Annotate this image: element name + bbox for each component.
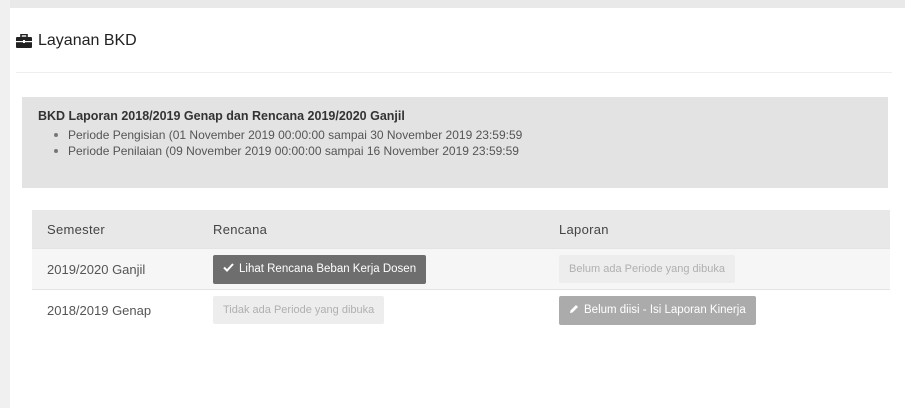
check-icon: [223, 263, 234, 275]
rencana-cell: Tidak ada Periode yang dibuka: [198, 289, 544, 330]
panel-header: Layanan BKD: [16, 32, 137, 50]
semester-cell: 2019/2020 Ganjil: [32, 248, 198, 290]
header-semester: Semester: [32, 210, 198, 249]
rencana-status-label: Tidak ada Periode yang dibuka: [213, 296, 385, 324]
header-laporan: Laporan: [544, 210, 890, 249]
semester-cell: 2018/2019 Genap: [32, 289, 198, 330]
table-row: 2018/2019 Genap Tidak ada Periode yang d…: [32, 289, 890, 330]
panel-title: Layanan BKD: [38, 32, 137, 49]
briefcase-icon: [16, 33, 32, 48]
info-title: BKD Laporan 2018/2019 Genap dan Rencana …: [38, 109, 405, 123]
pencil-icon: [569, 304, 579, 317]
bkd-table: Semester Rencana Laporan 2019/2020 Ganji…: [32, 210, 890, 330]
period-item-pengisian: Periode Pengisian (01 November 2019 00:0…: [54, 127, 522, 143]
laporan-cell: Belum diisi - Isi Laporan Kinerja: [544, 289, 890, 330]
period-list: Periode Pengisian (01 November 2019 00:0…: [54, 127, 522, 159]
period-info-box: BKD Laporan 2018/2019 Genap dan Rencana …: [22, 97, 888, 188]
period-item-penilaian: Periode Penilaian (09 November 2019 00:0…: [54, 143, 522, 159]
table-row: 2019/2020 Ganjil Lihat Rencana Beban Ker…: [32, 248, 890, 290]
lihat-rencana-label: Lihat Rencana Beban Kerja Dosen: [239, 263, 417, 275]
table-header-row: Semester Rencana Laporan: [32, 210, 890, 249]
lihat-rencana-button[interactable]: Lihat Rencana Beban Kerja Dosen: [213, 254, 427, 284]
top-strip: [0, 0, 905, 8]
isi-laporan-label: Belum diisi - Isi Laporan Kinerja: [584, 304, 746, 316]
header-rencana: Rencana: [198, 210, 544, 249]
rencana-cell: Lihat Rencana Beban Kerja Dosen: [198, 248, 544, 290]
laporan-status-label: Belum ada Periode yang dibuka: [559, 255, 735, 283]
laporan-cell: Belum ada Periode yang dibuka: [544, 248, 890, 290]
isi-laporan-button[interactable]: Belum diisi - Isi Laporan Kinerja: [559, 295, 756, 325]
header-divider: [16, 72, 892, 73]
left-strip: [0, 0, 10, 408]
